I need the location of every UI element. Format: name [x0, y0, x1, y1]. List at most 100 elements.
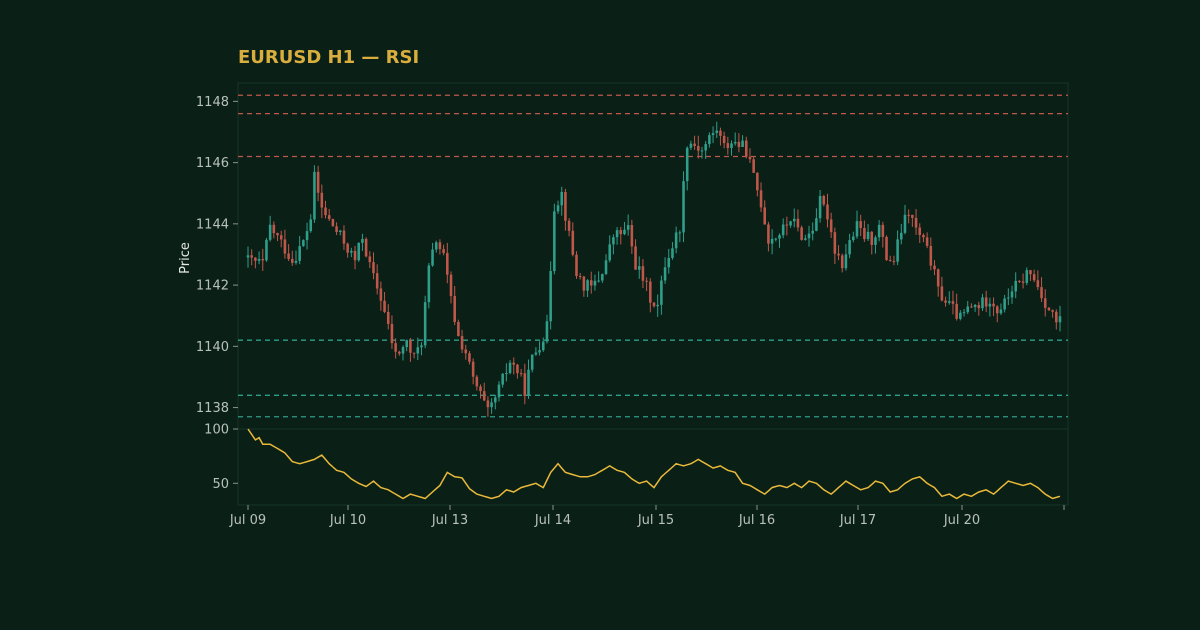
candle-body [364, 238, 368, 257]
candle-body [453, 296, 456, 322]
candle-body [811, 230, 814, 234]
candle-body [335, 226, 338, 233]
candle-body [482, 391, 486, 401]
candle-body [866, 231, 870, 240]
candle-body [508, 362, 512, 374]
candle-body [287, 253, 290, 259]
candle-body [309, 219, 313, 232]
candle-body [327, 215, 331, 219]
rsi-tick-label: 50 [212, 477, 229, 492]
candle-body [342, 230, 346, 244]
candle-body [929, 245, 933, 266]
candle-body [545, 321, 549, 342]
candle-body [468, 353, 471, 362]
candle-body [567, 220, 571, 231]
candle-body [313, 171, 316, 220]
candle-body [471, 361, 475, 377]
candle-body [1007, 297, 1010, 299]
candle-body [423, 302, 427, 346]
candle-body [877, 224, 881, 238]
candle-body [737, 141, 741, 147]
candle-body [922, 234, 925, 238]
candle-body [265, 239, 268, 261]
candle-body [597, 280, 600, 282]
candle-body [874, 237, 877, 245]
candle-body [427, 265, 431, 303]
candle-body [386, 311, 390, 324]
candle-body [840, 255, 844, 269]
candle-body [748, 156, 752, 160]
candle-body [601, 274, 604, 281]
candle-body [357, 242, 361, 261]
candle-body [582, 276, 586, 291]
price-tick-label: 1148 [196, 95, 229, 110]
candle-body [416, 347, 420, 354]
candle-body [261, 259, 265, 261]
candle-body [372, 262, 375, 274]
candle-body [730, 143, 733, 149]
candle-body [519, 373, 523, 375]
candle-body [294, 260, 298, 263]
candle-body [663, 267, 667, 281]
candle-body [697, 145, 700, 151]
candle-body [936, 269, 940, 287]
candle-body [785, 224, 789, 226]
candle-body [383, 300, 386, 312]
candle-body [704, 144, 707, 151]
candle-body [863, 227, 866, 240]
candle-body [438, 242, 442, 250]
candle-body [593, 280, 597, 286]
candle-body [553, 211, 556, 272]
candle-body [900, 232, 903, 240]
candle-body [767, 224, 770, 244]
candle-body [475, 376, 479, 387]
candle-body [250, 255, 253, 258]
x-tick-label: Jul 10 [329, 513, 366, 528]
candle-body [1021, 281, 1025, 283]
candle-body [1018, 280, 1021, 282]
candle-body [534, 352, 538, 355]
candle-body [272, 224, 276, 234]
candle-body [368, 256, 372, 263]
candle-body [283, 239, 287, 254]
candle-body [446, 253, 449, 275]
candle-body [903, 214, 907, 233]
candle-body [1051, 310, 1054, 312]
candle-body [575, 254, 578, 276]
candle-body [988, 303, 992, 307]
candle-body [523, 373, 527, 396]
candle-body [911, 214, 914, 218]
candle-body [918, 227, 922, 235]
candle-body [826, 204, 829, 220]
candle-body [959, 312, 962, 319]
candle-body [781, 224, 785, 236]
candle-body [947, 301, 951, 303]
candle-body [1003, 298, 1006, 310]
candle-body [479, 386, 482, 392]
candle-body [678, 232, 682, 234]
candle-body [276, 233, 279, 236]
rsi-layer [247, 428, 1061, 500]
candle-body [925, 237, 929, 246]
candle-body [549, 271, 552, 322]
candle-body [486, 400, 490, 408]
candle-body [973, 304, 977, 308]
candle-body [914, 217, 918, 228]
candle-body [409, 340, 412, 353]
x-tick-label: Jul 17 [839, 513, 876, 528]
candle-body [763, 207, 767, 225]
axes-layer: 1138 1140 1142 1144 1146 1148 50 100 Jul 09 Jul 1… [196, 95, 1065, 528]
candles-layer [246, 121, 1062, 417]
candle-body [350, 250, 353, 253]
candle-body [733, 141, 737, 144]
candle-body [726, 143, 730, 149]
price-tick-label: 1142 [196, 279, 229, 294]
candle-body [722, 135, 726, 144]
candle-body [951, 301, 955, 304]
candle-body [1014, 280, 1017, 292]
candle-body [778, 235, 781, 239]
candle-body [892, 261, 896, 263]
candle-body [667, 257, 671, 268]
candle-body [671, 248, 674, 258]
candle-body [623, 229, 626, 235]
